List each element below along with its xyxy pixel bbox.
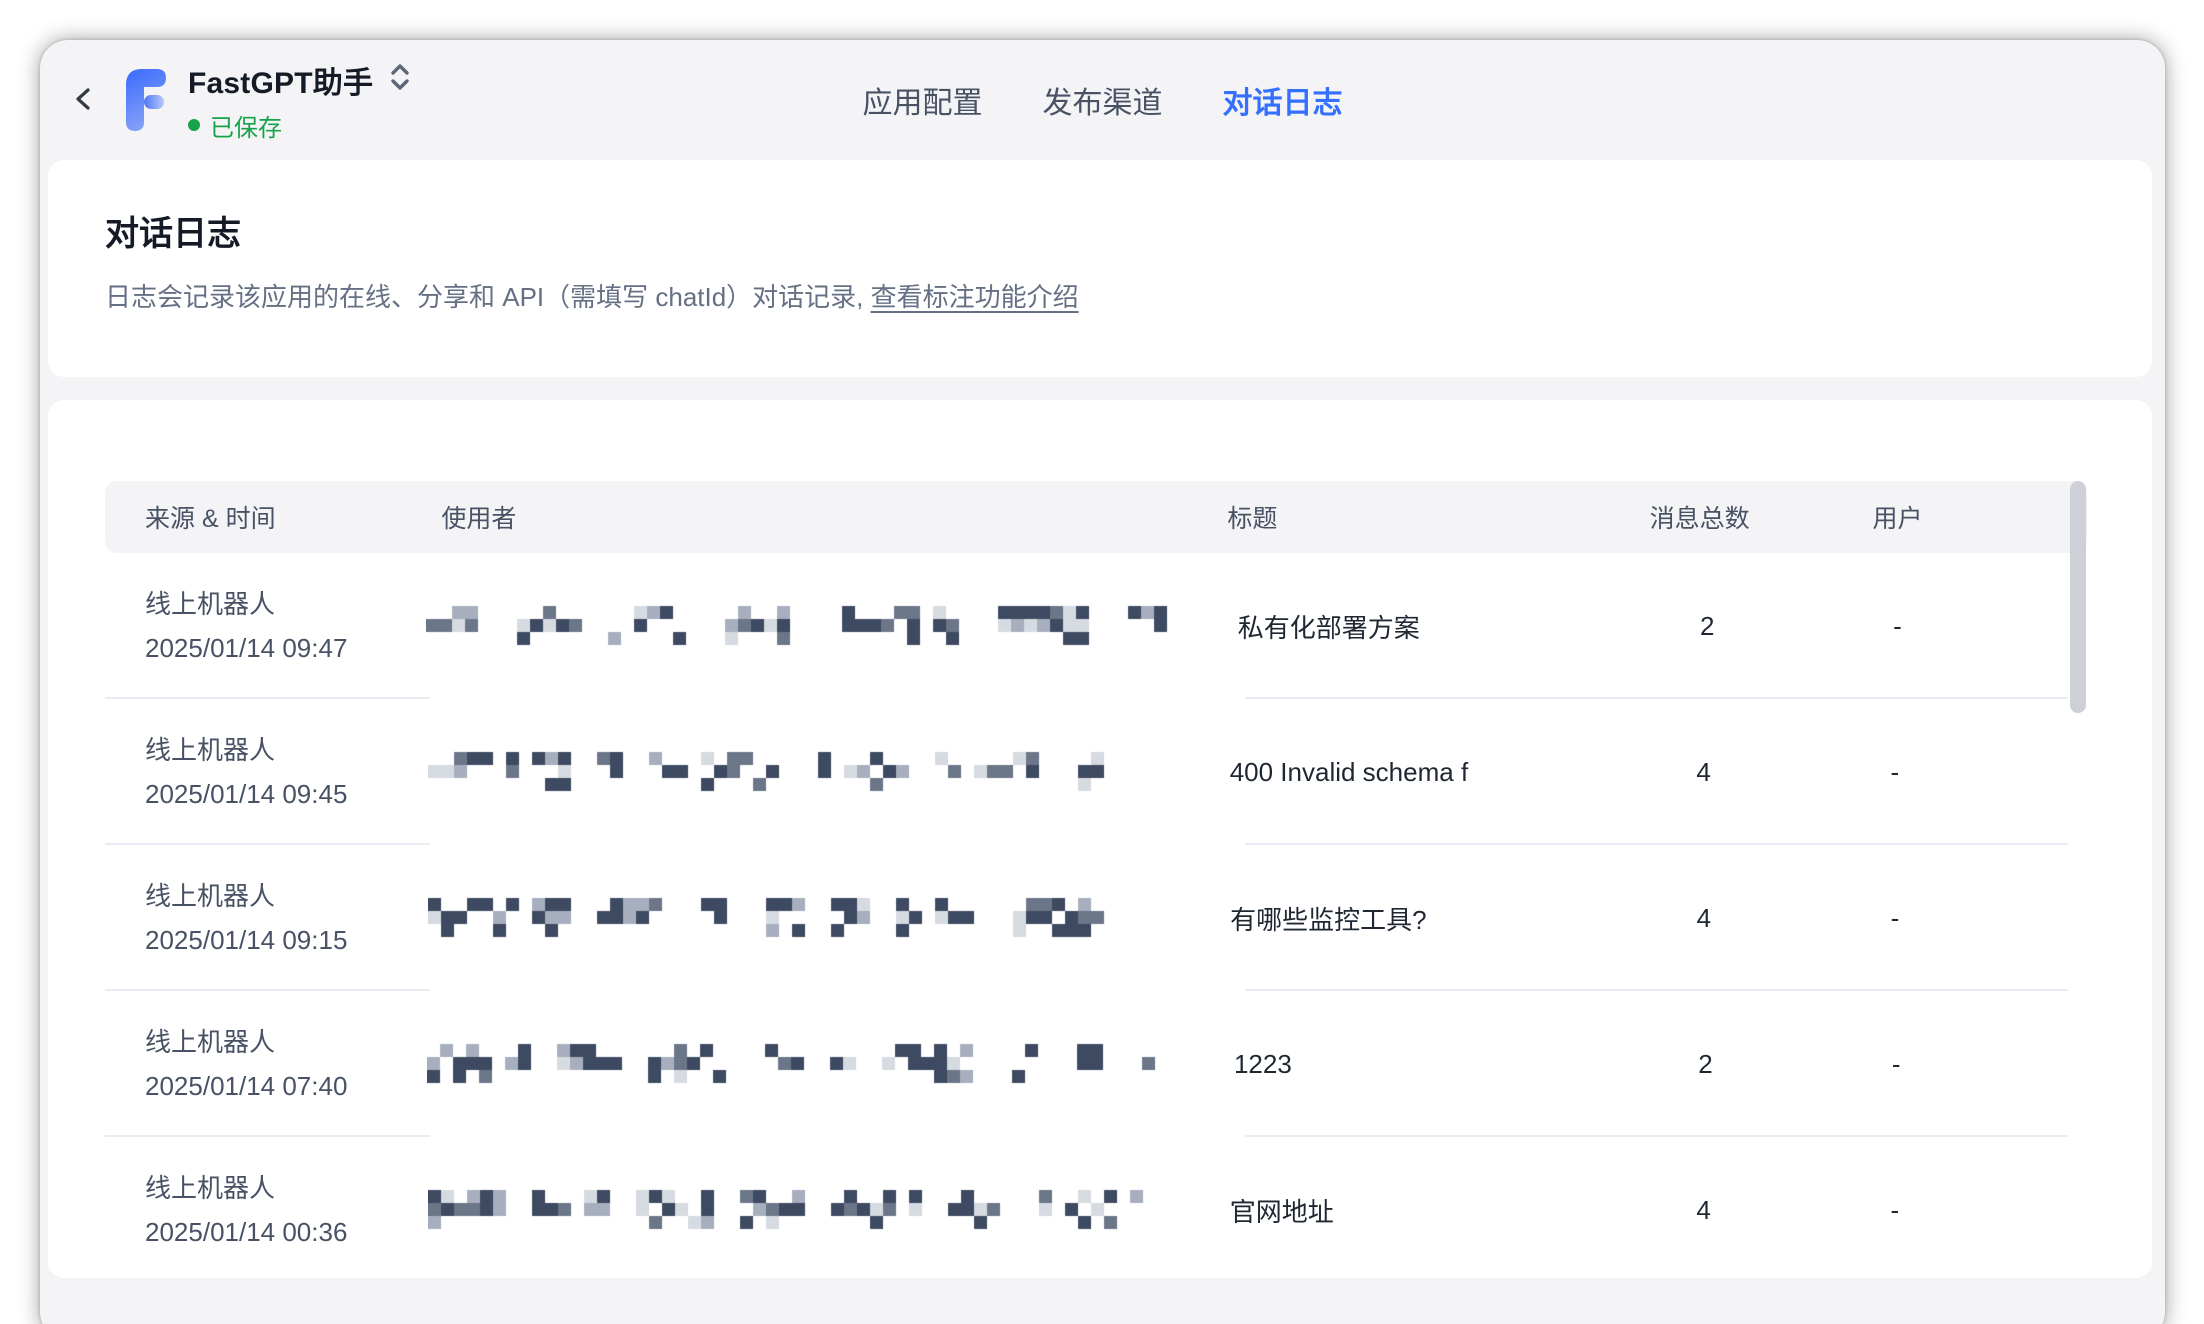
user-cell: [406, 604, 1171, 648]
source-time-cell: 线上机器人2025/01/14 07:40: [105, 1020, 407, 1108]
redacted-user-text: [428, 1188, 1158, 1232]
timestamp: 2025/01/14 09:45: [145, 772, 408, 816]
user-feedback-value: -: [1811, 1049, 1981, 1080]
user-feedback-cell: -: [1810, 903, 2087, 934]
table-row[interactable]: 线上机器人2025/01/14 09:45 400 Invalid schema …: [105, 699, 2087, 845]
message-count-cell: 4: [1597, 757, 1809, 788]
chevron-left-icon: [69, 84, 99, 117]
user-feedback-cell: -: [1810, 1195, 2087, 1226]
table-header-row: 来源 & 时间使用者标题消息总数用户: [105, 481, 2087, 553]
chat-title: 400 Invalid schema f: [1230, 757, 1468, 787]
status-dot-icon: [188, 119, 200, 131]
user-cell: [408, 896, 1163, 940]
title-cell: 官网地址: [1163, 1192, 1598, 1229]
column-header: 标题: [1160, 499, 1593, 535]
column-header: 消息总数: [1594, 499, 1806, 535]
tab-app-config[interactable]: 应用配置: [863, 78, 983, 122]
user-feedback-value: -: [1810, 757, 1980, 788]
user-cell: [408, 750, 1162, 794]
timestamp: 2025/01/14 07:40: [145, 1064, 407, 1108]
source-label: 线上机器人: [145, 1020, 407, 1064]
fastgpt-logo-icon: [126, 69, 166, 131]
column-header: 使用者: [407, 499, 1160, 535]
log-header-card: 对话日志 日志会记录该应用的在线、分享和 API（需填写 chatId）对话记录…: [48, 160, 2152, 377]
message-count-cell: 2: [1602, 611, 1812, 642]
message-count-cell: 4: [1597, 1195, 1809, 1226]
redacted-user-text: [426, 604, 1171, 648]
redacted-user-text: [427, 1042, 1167, 1086]
tab-publish-channels[interactable]: 发布渠道: [1043, 78, 1163, 122]
table-body: 线上机器人2025/01/14 09:47私有化部署方案2-线上机器人2025/…: [105, 553, 2087, 1278]
save-status-label: 已保存: [210, 108, 282, 143]
user-feedback-value: -: [1810, 1195, 1980, 1226]
save-status: 已保存: [188, 108, 411, 143]
user-cell: [407, 1042, 1167, 1086]
chat-title: 官网地址: [1230, 1197, 1334, 1227]
source-label: 线上机器人: [145, 874, 408, 918]
title-cell: 1223: [1167, 1049, 1600, 1080]
table-row[interactable]: 线上机器人2025/01/14 09:47 私有化部署方案 2-: [105, 553, 2087, 699]
source-label: 线上机器人: [145, 728, 408, 772]
redacted-user-text: [428, 750, 1134, 794]
source-time-cell: 线上机器人2025/01/14 00:36: [105, 1166, 408, 1254]
timestamp: 2025/01/14 09:47: [145, 626, 406, 670]
message-count: 4: [1597, 757, 1809, 788]
source-time-cell: 线上机器人2025/01/14 09:47: [105, 582, 406, 670]
app-title-block: FastGPT助手 已保存: [188, 58, 411, 143]
page-description: 日志会记录该应用的在线、分享和 API（需填写 chatId）对话记录, 查看标…: [105, 277, 2095, 314]
app-switcher[interactable]: FastGPT助手: [188, 58, 411, 102]
nav-tabs: 应用配置 发布渠道 对话日志: [863, 78, 1343, 122]
app-name: FastGPT助手: [188, 58, 373, 102]
message-count: 2: [1602, 611, 1812, 642]
message-count-cell: 4: [1598, 903, 1810, 934]
tab-chat-logs[interactable]: 对话日志: [1223, 78, 1343, 122]
source-label: 线上机器人: [145, 1166, 408, 1210]
page-description-text: 日志会记录该应用的在线、分享和 API（需填写 chatId）对话记录,: [105, 282, 871, 312]
table-row[interactable]: 线上机器人2025/01/14 09:15 有哪些监控工具? 4-: [105, 845, 2087, 991]
title-cell: 400 Invalid schema f: [1163, 757, 1598, 788]
vertical-scrollbar-thumb[interactable]: [2070, 481, 2086, 713]
user-feedback-cell: -: [1812, 611, 2087, 642]
annotation-guide-link[interactable]: 查看标注功能介绍: [871, 282, 1079, 312]
table-row[interactable]: 线上机器人2025/01/14 07:40 1223 2-: [105, 991, 2087, 1137]
timestamp: 2025/01/14 00:36: [145, 1210, 408, 1254]
message-count-cell: 2: [1600, 1049, 1811, 1080]
message-count: 4: [1598, 903, 1810, 934]
page: FastGPT助手 已保存 应用配置发布渠道对话日志: [0, 0, 2204, 1324]
source-label: 线上机器人: [145, 582, 406, 626]
redacted-user-text: [428, 896, 1163, 940]
column-header: 来源 & 时间: [105, 499, 407, 535]
user-feedback-cell: -: [1811, 1049, 2087, 1080]
log-table-card: 来源 & 时间使用者标题消息总数用户 线上机器人2025/01/14 09:47…: [48, 400, 2152, 1278]
back-button[interactable]: [62, 78, 106, 122]
user-feedback-cell: -: [1810, 757, 2087, 788]
user-cell: [408, 1188, 1162, 1232]
title-cell: 有哪些监控工具?: [1163, 900, 1597, 937]
column-header: 用户: [1806, 499, 2088, 535]
top-bar: FastGPT助手 已保存 应用配置 发布渠道 对话日志: [40, 40, 2165, 160]
chat-title: 有哪些监控工具?: [1230, 905, 1426, 935]
chat-title: 私有化部署方案: [1238, 613, 1420, 643]
message-count: 4: [1597, 1195, 1809, 1226]
table-row[interactable]: 线上机器人2025/01/14 00:36 官网地址 4-: [105, 1137, 2087, 1278]
chat-title: 1223: [1234, 1049, 1292, 1079]
log-table: 来源 & 时间使用者标题消息总数用户 线上机器人2025/01/14 09:47…: [105, 481, 2087, 1278]
timestamp: 2025/01/14 09:15: [145, 918, 408, 962]
user-feedback-value: -: [1810, 903, 1980, 934]
top-bar-left: FastGPT助手 已保存: [40, 58, 411, 143]
source-time-cell: 线上机器人2025/01/14 09:15: [105, 874, 408, 962]
chevron-updown-icon: [389, 61, 411, 98]
user-feedback-value: -: [1812, 611, 1982, 642]
message-count: 2: [1600, 1049, 1811, 1080]
page-title: 对话日志: [105, 206, 2095, 255]
app-window: FastGPT助手 已保存 应用配置发布渠道对话日志: [40, 40, 2165, 1324]
title-cell: 私有化部署方案: [1171, 608, 1602, 645]
source-time-cell: 线上机器人2025/01/14 09:45: [105, 728, 408, 816]
